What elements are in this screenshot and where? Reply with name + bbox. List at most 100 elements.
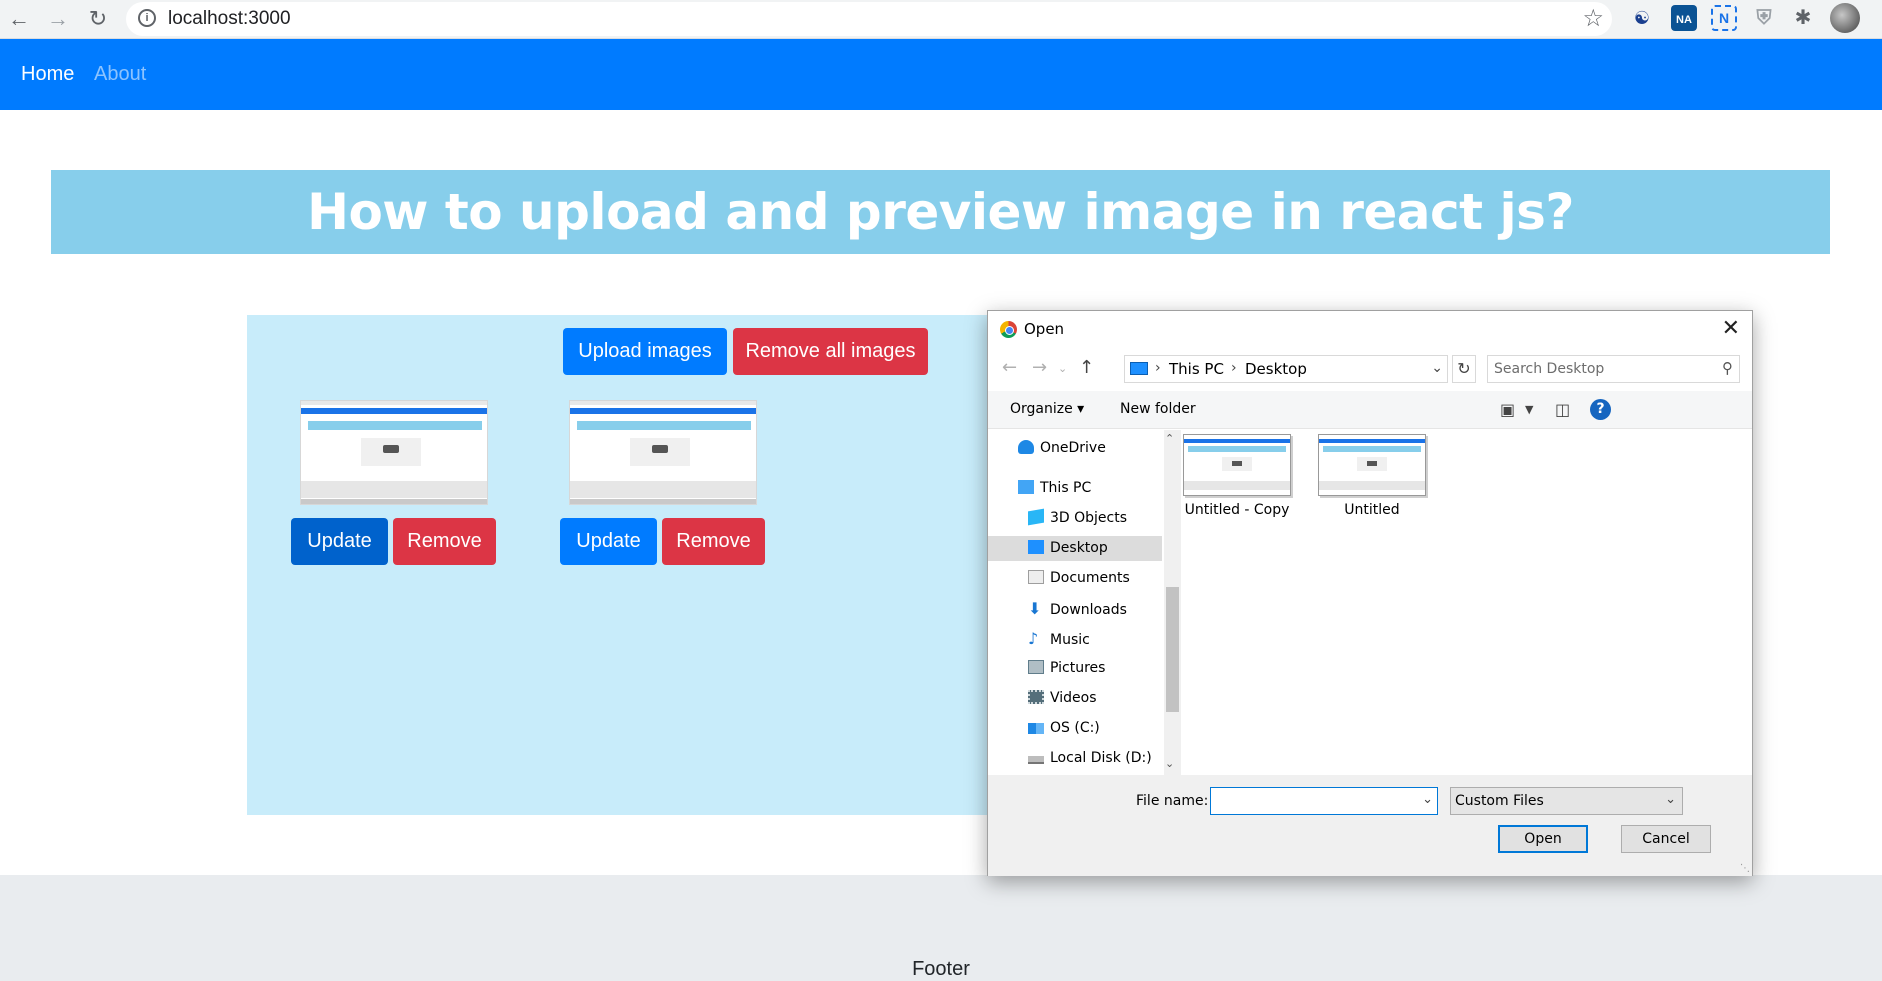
file-name-label: File name: [1136,793,1209,809]
dialog-titlebar[interactable]: Open ✕ [988,311,1752,347]
help-icon[interactable]: ? [1590,399,1611,420]
upload-area: Upload images Remove all images Update R… [247,315,1047,815]
scroll-up-icon[interactable]: ⌃ [1165,432,1174,445]
nav-item-onedrive[interactable]: OneDrive [1018,436,1158,461]
drive-icon [1028,723,1044,734]
dialog-title: Open [1024,320,1065,338]
chevron-down-icon[interactable]: ⌄ [1422,792,1433,807]
update-button-2[interactable]: Update [560,518,657,565]
reload-icon[interactable]: ↻ [83,4,113,34]
nav-about-link[interactable]: About [94,63,146,86]
scrollbar-thumb[interactable] [1166,587,1179,712]
pictures-icon [1028,660,1044,674]
search-box[interactable]: ⚲ [1487,355,1740,383]
disk-icon [1028,756,1044,764]
close-icon[interactable]: ✕ [1722,316,1740,341]
extension-icon-1[interactable]: ☯ [1629,5,1655,31]
computer-icon [1130,362,1148,375]
back-icon[interactable]: ← [1002,357,1017,378]
nav-item-this-pc[interactable]: This PC [1018,476,1158,501]
file-type-select[interactable]: Custom Files ⌄ [1450,787,1683,815]
nav-item-label: Pictures [1050,660,1106,676]
nav-item-downloads[interactable]: ⬇ Downloads [1028,596,1162,621]
nav-home-link[interactable]: Home [21,63,74,86]
chevron-right-icon[interactable]: › [1155,360,1161,376]
remove-button-1[interactable]: Remove [393,518,496,565]
puzzle-icon[interactable]: ✱ [1790,5,1816,31]
dialog-bottom-bar: File name: ⌄ Custom Files ⌄ Open Cancel … [988,775,1752,876]
search-input[interactable] [1494,360,1704,378]
nav-item-documents[interactable]: Documents [1028,566,1162,591]
nav-item-videos[interactable]: Videos [1028,686,1162,711]
update-button-1[interactable]: Update [291,518,388,565]
chrome-icon [1000,321,1017,338]
refresh-icon[interactable]: ↻ [1452,355,1476,383]
url-text: localhost:3000 [168,8,291,29]
nav-item-label: Documents [1050,570,1130,586]
remove-button-2[interactable]: Remove [662,518,765,565]
nav-item-music[interactable]: ♪ Music [1028,626,1162,651]
app-navbar: Home About [0,39,1882,110]
page-title: How to upload and preview image in react… [307,183,1574,241]
preview-pane-icon[interactable]: ◫ [1555,400,1570,419]
search-icon: ⚲ [1722,359,1733,377]
navigation-pane: OneDrive This PC 3D Objects Desktop Docu… [988,430,1162,775]
up-folder-icon[interactable]: ↑ [1079,357,1094,378]
cancel-button[interactable]: Cancel [1621,825,1711,853]
forward-icon[interactable]: → [1032,357,1047,378]
file-list-pane: Untitled - Copy Untitled [1181,430,1752,775]
dialog-address-row: ← → ⌄ ↑ › This PC › Desktop ⌄ ↻ ⚲ [988,351,1752,385]
cube-icon [1028,508,1044,526]
forward-icon[interactable]: → [43,4,73,34]
chevron-down-icon[interactable]: ⌄ [1431,360,1443,376]
breadcrumb-desktop[interactable]: Desktop [1245,360,1307,378]
video-icon [1028,690,1044,704]
shield-icon[interactable]: ⛨ [1751,5,1777,31]
chevron-right-icon[interactable]: › [1231,360,1237,376]
nav-item-label: OS (C:) [1050,720,1100,736]
open-button[interactable]: Open [1498,825,1588,853]
image-preview-2 [569,400,757,505]
image-preview-1 [300,400,488,505]
file-thumbnail [1318,434,1426,496]
back-icon[interactable]: ← [4,4,34,34]
path-breadcrumb[interactable]: › This PC › Desktop ⌄ [1124,355,1448,383]
organize-button[interactable]: Organize ▾ [1010,401,1084,417]
nav-item-local-disk-d[interactable]: Local Disk (D:) [1028,746,1162,771]
download-icon: ⬇ [1028,599,1042,618]
file-item[interactable]: Untitled - Copy [1181,430,1293,518]
nav-item-label: Downloads [1050,602,1127,618]
music-icon: ♪ [1028,629,1039,648]
nav-item-3d-objects[interactable]: 3D Objects [1028,506,1162,531]
page-banner: How to upload and preview image in react… [51,170,1830,254]
nav-item-label: OneDrive [1040,440,1106,456]
file-name-input[interactable] [1214,792,1410,810]
document-icon [1028,570,1044,584]
address-bar[interactable]: i localhost:3000 ☆ [126,2,1612,36]
resize-grip-icon[interactable]: ⋱ [1740,863,1750,874]
file-type-value: Custom Files [1455,793,1544,809]
browser-toolbar: ← → ↻ i localhost:3000 ☆ ☯ NA N ⛨ ✱ [0,0,1882,39]
chevron-down-icon[interactable]: ▼ [1525,403,1533,416]
scroll-down-icon[interactable]: ⌄ [1165,757,1174,770]
nav-item-label: This PC [1040,480,1092,496]
file-name-combobox[interactable]: ⌄ [1210,787,1438,815]
nav-item-os-c[interactable]: OS (C:) [1028,716,1162,741]
organize-label: Organize [1010,401,1073,417]
extension-icon-2[interactable]: NA [1671,5,1697,31]
bookmark-star-icon[interactable]: ☆ [1582,4,1604,33]
breadcrumb-this-pc[interactable]: This PC [1169,360,1224,378]
recent-locations-chevron-icon[interactable]: ⌄ [1058,362,1067,375]
nav-item-desktop[interactable]: Desktop [988,536,1162,561]
file-item[interactable]: Untitled [1316,430,1428,518]
nav-item-label: 3D Objects [1050,510,1128,526]
nav-item-pictures[interactable]: Pictures [1028,656,1162,681]
new-folder-button[interactable]: New folder [1120,401,1196,417]
extension-icon-3[interactable]: N [1711,5,1737,31]
change-view-icon[interactable]: ▣ [1500,400,1515,419]
remove-all-images-button[interactable]: Remove all images [733,328,928,375]
file-open-dialog: Open ✕ ← → ⌄ ↑ › This PC › Desktop ⌄ ↻ ⚲… [987,310,1753,876]
avatar[interactable] [1830,3,1860,33]
info-icon[interactable]: i [138,9,156,27]
upload-images-button[interactable]: Upload images [563,328,727,375]
